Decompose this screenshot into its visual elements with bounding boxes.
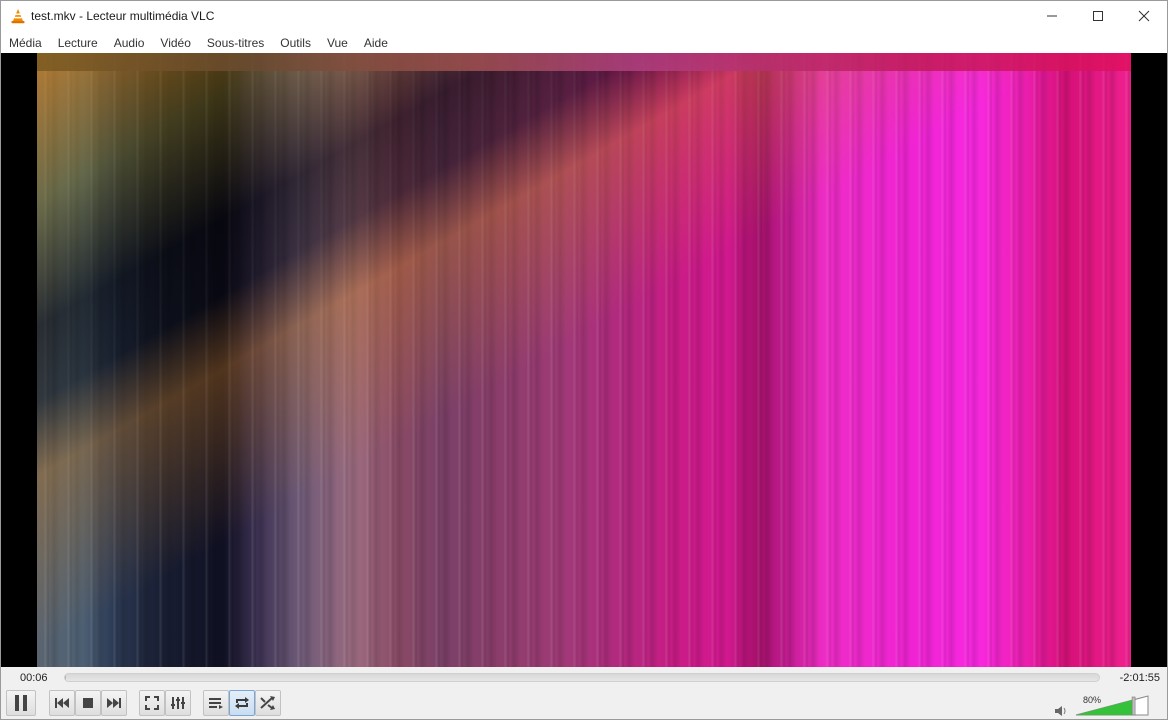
vlc-window: test.mkv - Lecteur multimédia VLC Média … — [0, 0, 1168, 720]
seek-bar[interactable] — [64, 673, 1100, 682]
pause-button[interactable] — [6, 690, 36, 716]
fullscreen-button[interactable] — [139, 690, 165, 716]
menu-view[interactable]: Vue — [319, 32, 356, 54]
speaker-icon[interactable] — [1054, 704, 1068, 716]
fullscreen-icon — [145, 696, 159, 710]
close-icon — [1138, 10, 1150, 22]
volume-slider-handle[interactable] — [1131, 696, 1136, 716]
volume-slider[interactable] — [1075, 694, 1149, 716]
remaining-time[interactable]: -2:01:55 — [1120, 672, 1160, 684]
menu-help[interactable]: Aide — [356, 32, 396, 54]
stop-button[interactable] — [75, 690, 101, 716]
video-frame-top-artifact — [37, 53, 1131, 71]
loop-icon — [235, 697, 249, 709]
extended-settings-button[interactable] — [165, 690, 191, 716]
previous-button[interactable] — [49, 690, 75, 716]
playlist-button[interactable] — [203, 690, 229, 716]
title-bar: test.mkv - Lecteur multimédia VLC — [1, 1, 1167, 31]
shuffle-icon — [260, 696, 275, 710]
video-area[interactable] — [1, 53, 1167, 667]
menu-audio[interactable]: Audio — [106, 32, 153, 54]
video-frame-overlay — [37, 53, 1131, 667]
controls-bar: 80% — [1, 689, 1167, 719]
menu-subtitles[interactable]: Sous-titres — [199, 32, 272, 54]
next-icon — [107, 698, 121, 708]
playlist-icon — [209, 698, 223, 709]
elapsed-time[interactable]: 00:06 — [20, 672, 48, 684]
seek-bar-fill — [65, 674, 66, 681]
loop-button[interactable] — [229, 690, 255, 716]
minimize-button[interactable] — [1029, 1, 1075, 31]
menu-playback[interactable]: Lecture — [50, 32, 106, 54]
menu-media[interactable]: Média — [1, 32, 50, 54]
stop-icon — [83, 698, 93, 708]
maximize-icon — [1093, 11, 1103, 21]
equalizer-icon — [171, 697, 185, 709]
pause-icon — [15, 695, 27, 711]
previous-icon — [55, 698, 69, 708]
window-controls — [1029, 1, 1167, 31]
vlc-cone-icon — [10, 8, 26, 24]
maximize-button[interactable] — [1075, 1, 1121, 31]
minimize-icon — [1047, 15, 1057, 17]
menu-bar: Média Lecture Audio Vidéo Sous-titres Ou… — [1, 31, 1167, 53]
random-button[interactable] — [255, 690, 281, 716]
window-title: test.mkv - Lecteur multimédia VLC — [31, 9, 215, 23]
menu-video[interactable]: Vidéo — [152, 32, 198, 54]
menu-tools[interactable]: Outils — [272, 32, 319, 54]
close-button[interactable] — [1121, 1, 1167, 31]
next-button[interactable] — [101, 690, 127, 716]
seek-row: 00:06 -2:01:55 — [1, 667, 1167, 689]
